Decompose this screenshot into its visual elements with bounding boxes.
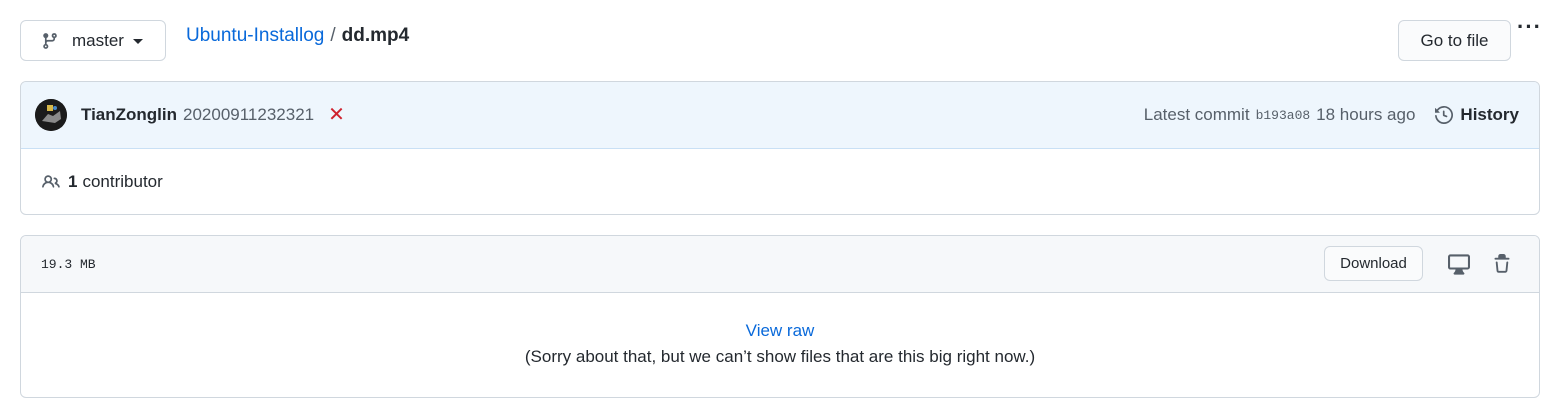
- latest-commit-box: TianZonglin 20200911232321 ✕ Latest comm…: [20, 81, 1540, 215]
- history-link[interactable]: History: [1435, 105, 1519, 125]
- commit-time: 18 hours ago: [1316, 105, 1416, 124]
- file-viewer: 19.3 MB Download View raw (Sorry about t…: [20, 235, 1540, 398]
- status-failure-icon[interactable]: ✕: [328, 105, 345, 125]
- commit-author[interactable]: TianZonglin: [81, 105, 177, 125]
- file-too-large-notice: (Sorry about that, but we can’t show fil…: [524, 346, 1036, 366]
- commit-sha-link[interactable]: b193a08: [1256, 108, 1311, 123]
- contributors-row[interactable]: 1 contributor: [21, 149, 1539, 214]
- breadcrumb-separator: /: [330, 25, 336, 46]
- file-navigation: master Ubuntu-Installog / dd.mp4 Go to f…: [20, 16, 1541, 61]
- breadcrumb-file-name: dd.mp4: [341, 25, 410, 46]
- branch-select-button[interactable]: master: [20, 20, 166, 61]
- file-size: 19.3 MB: [41, 256, 96, 272]
- avatar[interactable]: [35, 99, 67, 131]
- git-branch-icon: [41, 32, 59, 50]
- file-header: 19.3 MB Download: [21, 236, 1539, 293]
- chevron-down-icon: [132, 39, 143, 44]
- kebab-more-icon[interactable]: ···: [1517, 16, 1541, 46]
- file-body: View raw (Sorry about that, but we can’t…: [21, 293, 1539, 397]
- branch-name: master: [72, 30, 124, 50]
- view-raw-link[interactable]: View raw: [746, 321, 815, 341]
- breadcrumb: Ubuntu-Installog / dd.mp4: [186, 25, 409, 47]
- breadcrumb-repo-link[interactable]: Ubuntu-Installog: [186, 25, 324, 47]
- history-label: History: [1460, 105, 1519, 124]
- commit-meta: Latest commit b193a08 18 hours ago Histo…: [1144, 82, 1519, 148]
- file-actions: Download: [1324, 246, 1519, 281]
- contributor-label: contributor: [82, 172, 163, 191]
- download-button[interactable]: Download: [1324, 246, 1423, 281]
- desktop-icon[interactable]: [1442, 247, 1476, 281]
- go-to-file-button[interactable]: Go to file: [1398, 20, 1511, 61]
- people-icon: [41, 173, 61, 191]
- latest-commit-label: Latest commit: [1143, 105, 1250, 124]
- commit-row: TianZonglin 20200911232321 ✕ Latest comm…: [21, 82, 1539, 149]
- trash-icon[interactable]: [1485, 247, 1519, 281]
- history-icon: [1435, 106, 1454, 124]
- commit-message[interactable]: 20200911232321: [183, 105, 314, 125]
- contributor-count: 1: [68, 172, 78, 191]
